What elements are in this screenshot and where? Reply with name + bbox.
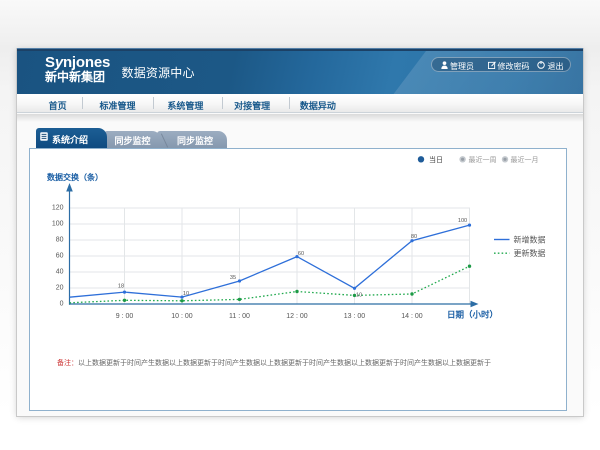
svg-text:12 : 00: 12 : 00	[286, 313, 308, 320]
svg-text:60: 60	[56, 252, 64, 259]
svg-text:备注：以上数据更新于时间产生数据以上数据更新于时间产生数据以: 备注：以上数据更新于时间产生数据以上数据更新于时间产生数据以上数据更新于时间产生…	[57, 358, 491, 367]
svg-text:13 : 00: 13 : 00	[344, 313, 366, 320]
svg-text:18: 18	[118, 283, 124, 289]
svg-text:80: 80	[411, 234, 417, 240]
svg-text:14 : 00: 14 : 00	[401, 313, 423, 320]
svg-text:20: 20	[56, 284, 64, 291]
svg-text:日期（小时）: 日期（小时）	[447, 309, 498, 319]
svg-text:80: 80	[56, 236, 64, 243]
svg-text:10 : 00: 10 : 00	[171, 313, 193, 320]
svg-text:40: 40	[56, 268, 64, 275]
svg-text:0: 0	[60, 300, 64, 307]
svg-text:35: 35	[230, 275, 236, 281]
svg-text:最近一月: 最近一月	[511, 155, 539, 164]
svg-text:120: 120	[52, 204, 64, 211]
svg-text:100: 100	[458, 218, 467, 224]
svg-text:10: 10	[183, 291, 189, 297]
svg-text:数据交换（条）: 数据交换（条）	[47, 172, 103, 182]
svg-text:100: 100	[52, 220, 64, 227]
svg-text:更新数据: 更新数据	[514, 248, 546, 258]
svg-text:最近一周: 最近一周	[469, 155, 497, 164]
svg-text:9 : 00: 9 : 00	[116, 313, 134, 320]
svg-text:11 : 00: 11 : 00	[229, 313, 250, 320]
svg-text:10: 10	[356, 292, 362, 298]
svg-text:60: 60	[298, 251, 304, 257]
svg-text:当日: 当日	[429, 155, 443, 164]
svg-text:新增数据: 新增数据	[514, 234, 546, 244]
